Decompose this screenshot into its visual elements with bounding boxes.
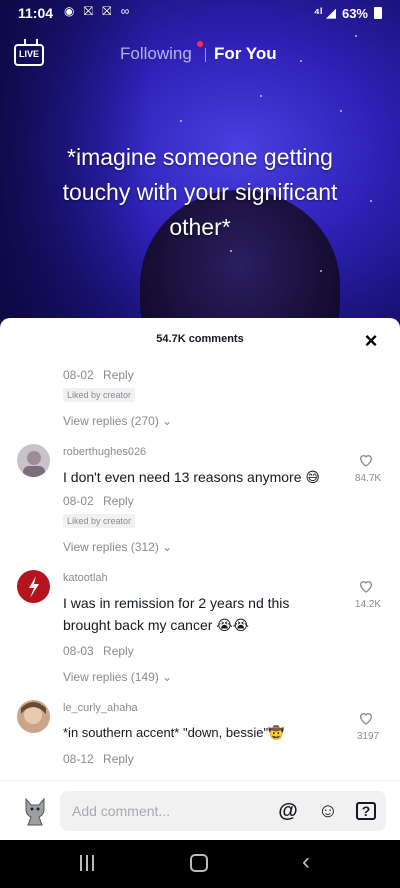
video-sparkle [355, 35, 357, 37]
comment-username[interactable]: katootlah [63, 572, 108, 584]
video-caption: *imagine someone getting touchy with you… [0, 140, 400, 245]
heart-icon[interactable] [358, 710, 374, 726]
status-time: 11:04 [18, 5, 54, 21]
status-right: ⁴ᴵ ◢ 63% [314, 5, 382, 21]
video-sparkle [230, 250, 232, 252]
comment-date: 08-12 [63, 752, 94, 766]
battery-icon [374, 7, 382, 19]
comment-text: *in southern accent* "down, bessie"🤠 [63, 725, 285, 740]
reply-button[interactable]: Reply [103, 644, 134, 658]
comment-input-placeholder: Add comment... [72, 803, 171, 819]
notification-dot [197, 41, 203, 47]
video-sparkle [260, 95, 262, 97]
close-icon[interactable]: × [362, 330, 380, 352]
comment-username[interactable]: roberthughes026 [63, 446, 146, 458]
emoji-icon[interactable]: ☺ [317, 800, 339, 822]
comment-count: 54.7K comments [156, 333, 244, 345]
video-sparkle [180, 120, 182, 122]
view-replies-link[interactable]: View replies (312) ⌄ [63, 540, 172, 554]
notification-icons: ◉ ⛝ ⛝ ∞ [64, 4, 133, 18]
heart-icon[interactable] [358, 578, 374, 594]
comments-sheet: 54.7K comments × 08-02 Reply Liked by cr… [0, 318, 400, 838]
home-icon[interactable] [190, 854, 208, 872]
tab-divider [205, 48, 206, 62]
comment-date: 08-03 [63, 644, 94, 658]
comment-input[interactable]: Add comment... @ ☺ ? [60, 791, 386, 831]
comment-date: 08-02 [63, 494, 94, 508]
comment-input-bar: Add comment... @ ☺ ? [0, 780, 400, 840]
tab-for-you[interactable]: For You [214, 44, 277, 64]
video-sparkle [300, 60, 302, 62]
avatar[interactable] [17, 444, 50, 477]
chevron-down-icon: ⌄ [162, 670, 173, 684]
tab-following[interactable]: Following [120, 44, 192, 64]
like-count: 84.7K [354, 473, 382, 484]
comment-meta: 08-03 Reply [63, 644, 134, 658]
status-bar: 11:04 ◉ ⛝ ⛝ ∞ ⁴ᴵ ◢ 63% [0, 0, 400, 26]
reply-button[interactable]: Reply [103, 494, 134, 508]
view-replies-link[interactable]: View replies (270) ⌄ [63, 414, 172, 428]
avatar[interactable] [17, 700, 50, 733]
video-sparkle [320, 270, 322, 272]
reply-button[interactable]: Reply [103, 752, 134, 766]
screen: 11:04 ◉ ⛝ ⛝ ∞ ⁴ᴵ ◢ 63% LIVE Following Fo… [0, 0, 400, 888]
comment-text: I don't even need 13 reasons anymore 😅 [63, 469, 320, 485]
recent-apps-icon[interactable] [80, 855, 94, 871]
view-replies-label: View replies (312) [63, 540, 159, 554]
live-button[interactable]: LIVE [14, 44, 44, 66]
caption-line: touchy with your significant [62, 179, 338, 205]
avatar[interactable] [17, 570, 50, 603]
comment-date: 08-02 [63, 368, 94, 382]
like-count: 3197 [356, 731, 380, 742]
comment-meta: 08-02 Reply [63, 494, 134, 508]
chevron-down-icon: ⌄ [162, 540, 173, 554]
chevron-down-icon: ⌄ [162, 414, 173, 428]
user-avatar-icon[interactable] [22, 795, 48, 827]
view-replies-label: View replies (270) [63, 414, 159, 428]
mention-icon[interactable]: @ [277, 800, 299, 822]
liked-by-creator-badge: Liked by creator [63, 388, 136, 402]
caption-line: other* [169, 214, 231, 240]
video-sparkle [340, 110, 342, 112]
question-sticker-icon[interactable]: ? [356, 802, 376, 820]
signal-icon: ⁴ᴵ ◢ [313, 5, 336, 20]
back-icon[interactable]: ‹ [302, 850, 310, 874]
like-count: 14.2K [354, 599, 382, 610]
reply-button[interactable]: Reply [103, 368, 134, 382]
caption-line: *imagine someone getting [67, 144, 333, 170]
heart-icon[interactable] [358, 452, 374, 468]
battery-percent: 63% [341, 5, 368, 21]
liked-by-creator-badge: Liked by creator [63, 514, 136, 528]
system-nav-bar: ‹ [0, 840, 400, 888]
comment-text: I was in remission for 2 years nd this b… [63, 595, 290, 633]
comment-meta: 08-12 Reply [63, 752, 134, 766]
view-replies-link[interactable]: View replies (149) ⌄ [63, 670, 172, 684]
comments-header: 54.7K comments × [0, 318, 400, 360]
view-replies-label: View replies (149) [63, 670, 159, 684]
comment-username[interactable]: le_curly_ahaha [63, 702, 138, 714]
comment-meta: 08-02 Reply [63, 368, 134, 382]
